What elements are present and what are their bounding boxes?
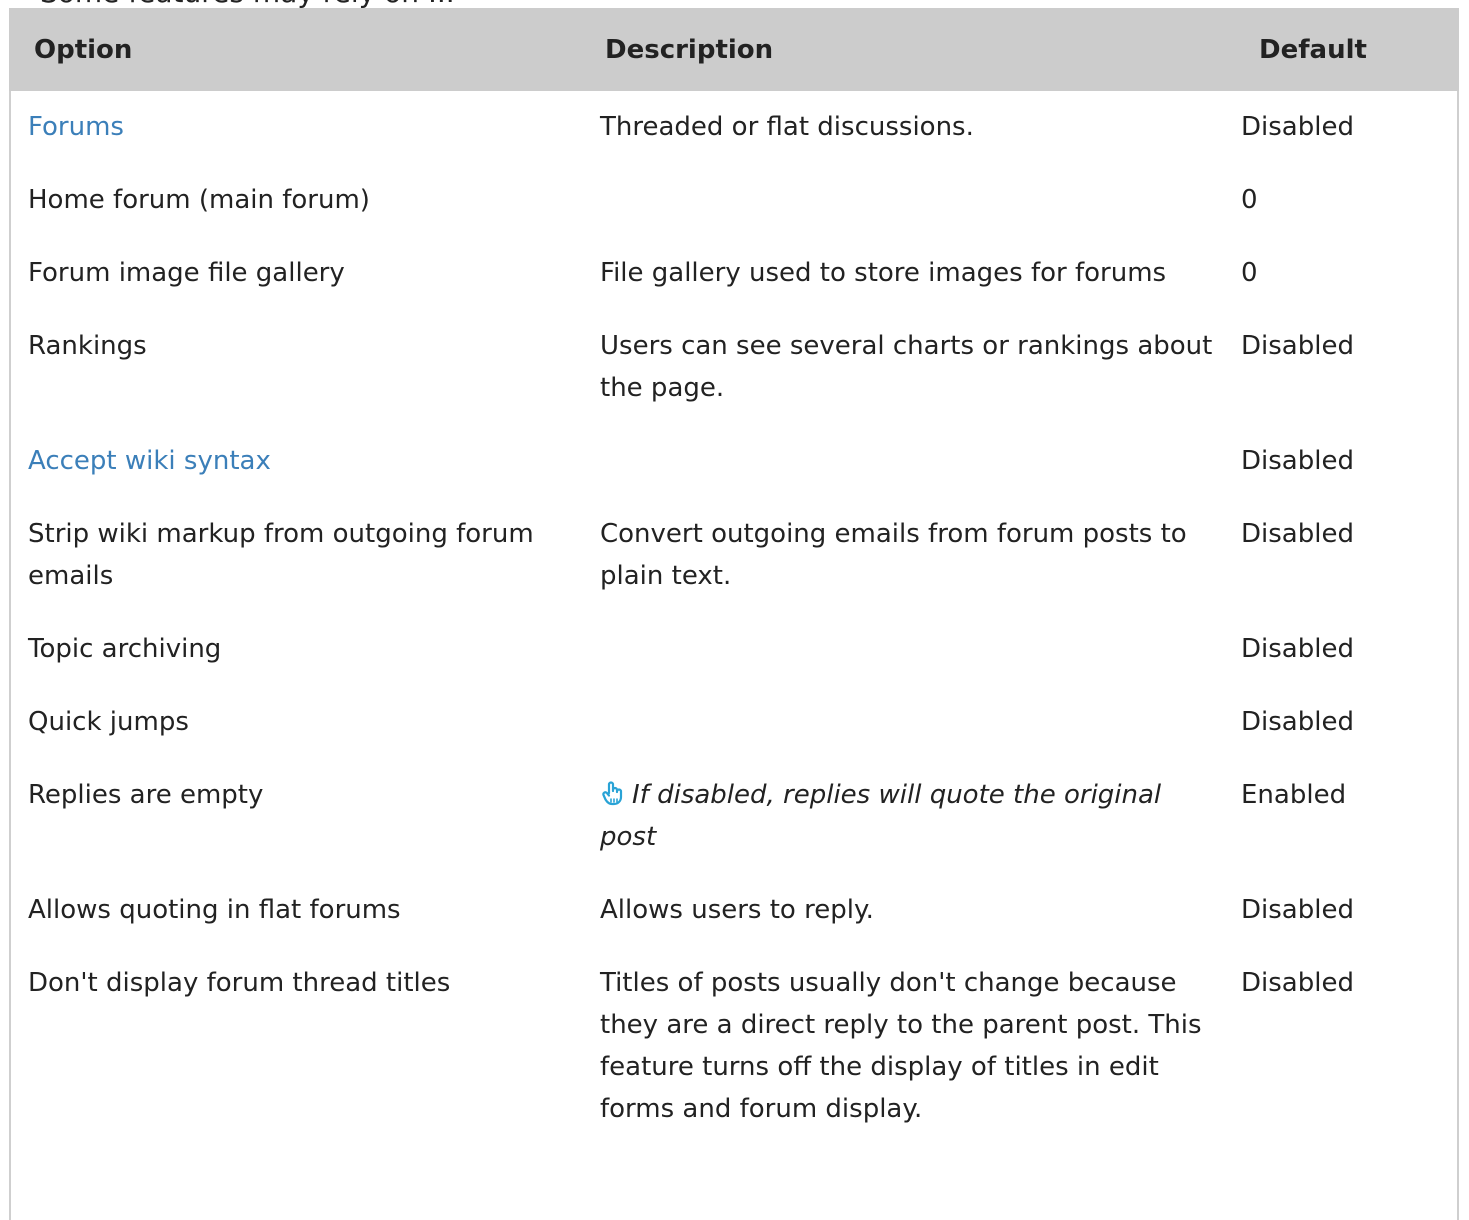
table-row: Rankings Users can see several charts or… <box>9 310 1459 425</box>
default-cell: 0 <box>1241 185 1258 215</box>
table-row: Forum image file gallery File gallery us… <box>9 237 1459 310</box>
default-cell: 0 <box>1241 258 1258 288</box>
hint-text: If disabled, replies will quote the orig… <box>600 780 1162 852</box>
default-cell: Disabled <box>1241 968 1354 998</box>
column-header-option: Option <box>9 8 582 91</box>
table-row: Strip wiki markup from outgoing forum em… <box>9 498 1459 613</box>
option-cell: Rankings <box>28 331 147 361</box>
option-cell: Home forum (main forum) <box>28 185 370 215</box>
description-cell: Convert outgoing emails from forum posts… <box>600 519 1187 591</box>
description-cell <box>582 164 1223 237</box>
description-cell <box>582 686 1223 759</box>
option-cell: Topic archiving <box>28 634 222 664</box>
default-cell: Disabled <box>1241 895 1354 925</box>
default-cell: Disabled <box>1241 707 1354 737</box>
default-cell: Disabled <box>1241 519 1354 549</box>
table-row: Quick jumps Disabled <box>9 686 1459 759</box>
table-row: Allows quoting in flat forums Allows use… <box>9 874 1459 947</box>
table-row: Topic archiving Disabled <box>9 613 1459 686</box>
description-cell: Allows users to reply. <box>600 895 874 925</box>
forum-options-table: Option Description Default Forums Thread… <box>9 8 1459 1146</box>
option-cell: Accept wiki syntax <box>9 425 582 498</box>
table-row: Forums Threaded or flat discussions. Dis… <box>9 91 1459 164</box>
option-cell: Quick jumps <box>28 707 189 737</box>
description-cell: If disabled, replies will quote the orig… <box>582 759 1223 874</box>
table-row: Don't display forum thread titles Titles… <box>9 947 1459 1146</box>
option-cell: Strip wiki markup from outgoing forum em… <box>28 519 534 591</box>
default-cell: Disabled <box>1241 634 1354 664</box>
option-cell: Replies are empty <box>28 780 264 810</box>
column-header-description: Description <box>582 8 1223 91</box>
description-cell: Titles of posts usually don't change bec… <box>600 968 1202 1124</box>
description-cell: Users can see several charts or rankings… <box>600 331 1213 403</box>
page: Some features may rely on ... Option Des… <box>0 0 1469 1220</box>
option-cell: Forum image file gallery <box>28 258 345 288</box>
table-row: Home forum (main forum) 0 <box>9 164 1459 237</box>
option-cell: Allows quoting in flat forums <box>28 895 401 925</box>
table-row: Accept wiki syntax Disabled <box>9 425 1459 498</box>
default-cell: Disabled <box>1241 446 1354 476</box>
option-cell: Don't display forum thread titles <box>28 968 451 998</box>
description-cell: Threaded or flat discussions. <box>600 112 974 142</box>
description-cell <box>582 613 1223 686</box>
description-cell <box>582 425 1223 498</box>
default-cell: Enabled <box>1241 780 1347 810</box>
accept-wiki-syntax-link[interactable]: Accept wiki syntax <box>28 446 271 476</box>
pointing-hand-icon <box>600 777 626 806</box>
column-header-default: Default <box>1223 8 1459 91</box>
table-header-row: Option Description Default <box>9 8 1459 91</box>
table-row: Replies are empty If disabled, replies w… <box>9 759 1459 874</box>
default-cell: Disabled <box>1241 331 1354 361</box>
description-cell: File gallery used to store images for fo… <box>600 258 1167 288</box>
default-cell: Disabled <box>1241 112 1354 142</box>
option-cell: Forums <box>9 91 582 164</box>
forums-link[interactable]: Forums <box>28 112 124 142</box>
cut-off-intro-text: Some features may rely on ... <box>40 0 455 8</box>
